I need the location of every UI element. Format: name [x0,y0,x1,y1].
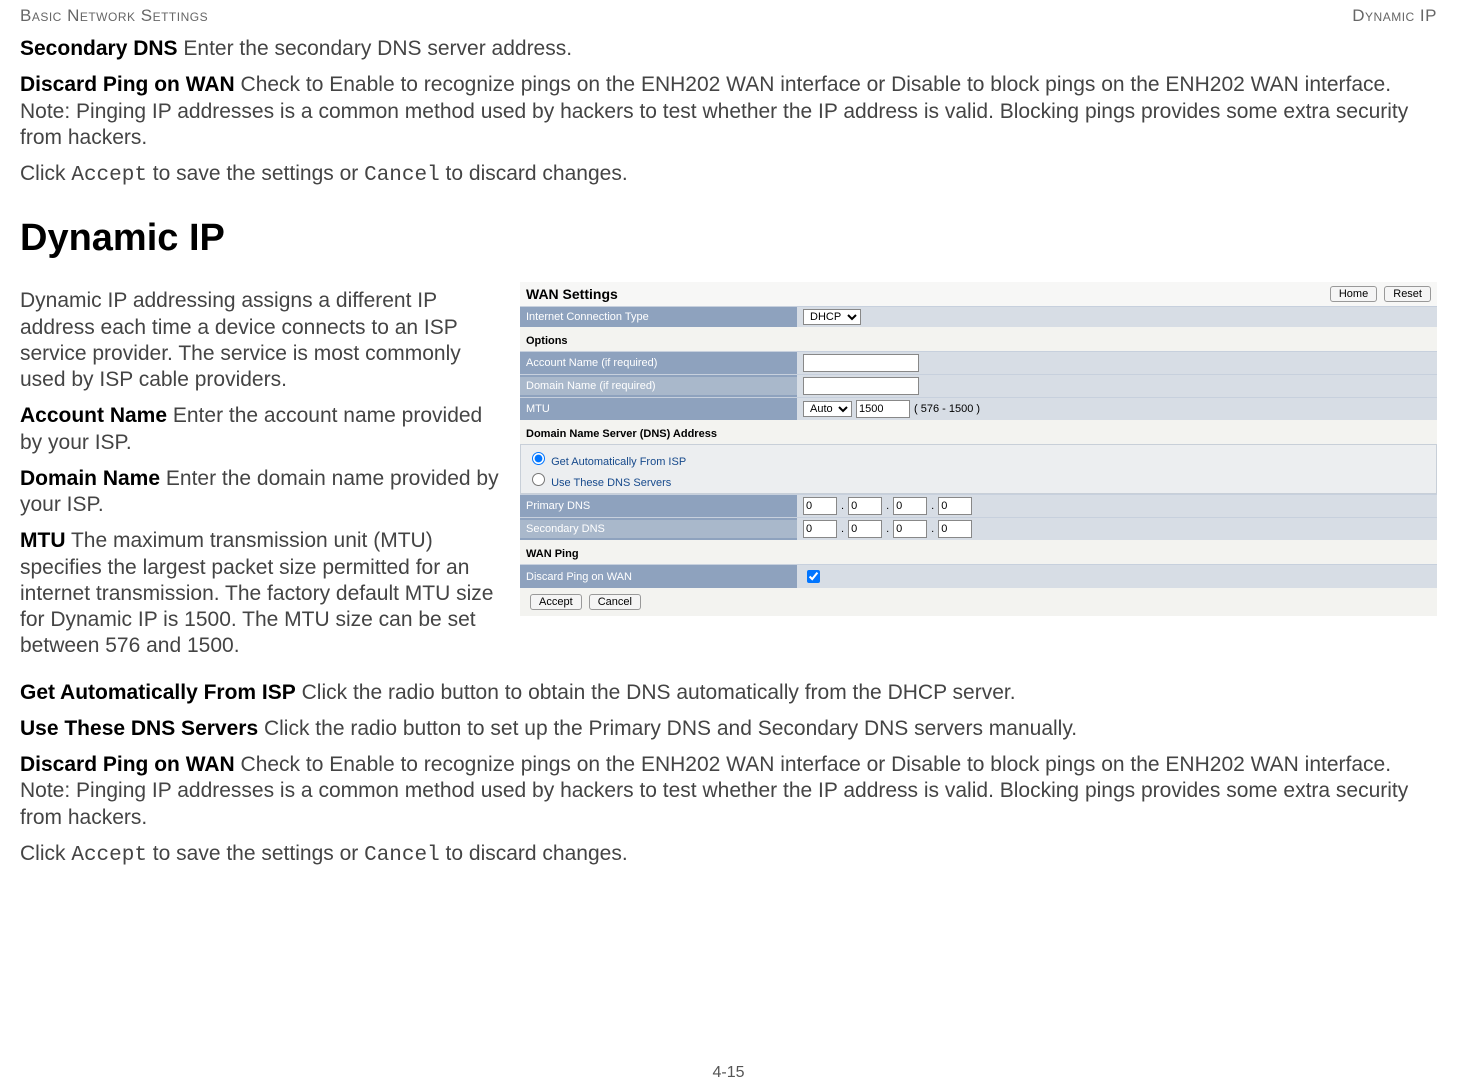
conn-type-select[interactable]: DHCP [803,309,861,325]
dns-section-label: Domain Name Server (DNS) Address [520,420,1437,444]
pdns-4[interactable] [938,497,972,515]
options-label: Options [520,327,1437,351]
click-prefix-top: Click [20,162,71,185]
header-left: Basic Network Settings [20,6,208,26]
sdns-1[interactable] [803,520,837,538]
term-discard-bottom: Discard Ping on WAN [20,753,235,776]
sdns-2[interactable] [848,520,882,538]
label-mtu: MTU [520,400,797,418]
term-use: Use These DNS Servers [20,717,258,740]
mtu-range: ( 576 - 1500 ) [914,403,980,415]
domain-input[interactable] [803,377,919,395]
home-button[interactable]: Home [1330,286,1377,302]
term-mtu: MTU [20,529,66,552]
pdns-2[interactable] [848,497,882,515]
wan-settings-screenshot: WAN Settings Home Reset Internet Connect… [520,282,1437,616]
label-secondary-dns: Secondary DNS [520,520,797,538]
pdns-3[interactable] [893,497,927,515]
ui-title: WAN Settings [526,286,618,302]
text-secondary-dns: Enter the secondary DNS server address. [178,37,573,60]
page-number: 4-15 [0,1064,1457,1082]
section-title: Dynamic IP [20,217,1437,260]
intro-text: Dynamic IP addressing assigns a differen… [20,288,500,393]
reset-button[interactable]: Reset [1384,286,1431,302]
dns-auto-radio[interactable] [532,452,545,465]
term-auto: Get Automatically From ISP [20,681,296,704]
label-primary-dns: Primary DNS [520,497,797,515]
mono-cancel-top: Cancel [364,164,440,187]
click-end-bottom: to discard changes. [440,842,628,865]
wan-ping-label: WAN Ping [520,540,1437,564]
click-mid-bottom: to save the settings or [147,842,364,865]
click-prefix-bottom: Click [20,842,71,865]
mono-cancel-bottom: Cancel [364,844,440,867]
text-mtu: The maximum transmission unit (MTU) spec… [20,529,493,657]
click-mid-top: to save the settings or [147,162,364,185]
para-discard-ping-top: Discard Ping on WAN Check to Enable to r… [20,72,1437,151]
para-mtu: MTU The maximum transmission unit (MTU) … [20,528,500,659]
dns-auto-row[interactable]: Get Automatically From ISP [527,448,1430,469]
dns-manual-row[interactable]: Use These DNS Servers [527,469,1430,490]
term-domain: Domain Name [20,467,160,490]
pdns-1[interactable] [803,497,837,515]
para-click-accept-bottom: Click Accept to save the settings or Can… [20,841,1437,869]
mono-accept-bottom: Accept [71,844,147,867]
dns-manual-label: Use These DNS Servers [551,477,671,489]
text-use: Click the radio button to set up the Pri… [258,717,1077,740]
term-account: Account Name [20,404,167,427]
click-end-top: to discard changes. [440,162,628,185]
label-account: Account Name (if required) [520,354,797,372]
mtu-mode-select[interactable]: Auto [803,401,852,417]
dns-auto-label: Get Automatically From ISP [551,456,686,468]
accept-button[interactable]: Accept [530,594,582,610]
para-auto-isp: Get Automatically From ISP Click the rad… [20,680,1437,706]
para-domain: Domain Name Enter the domain name provid… [20,466,500,519]
text-auto: Click the radio button to obtain the DNS… [296,681,1016,704]
dns-manual-radio[interactable] [532,473,545,486]
para-discard-bottom: Discard Ping on WAN Check to Enable to r… [20,752,1437,831]
mono-accept-top: Accept [71,164,147,187]
header-right: Dynamic IP [1352,6,1437,26]
account-input[interactable] [803,354,919,372]
para-account: Account Name Enter the account name prov… [20,403,500,456]
para-use-dns: Use These DNS Servers Click the radio bu… [20,716,1437,742]
label-discard-ping: Discard Ping on WAN [520,568,797,586]
para-click-accept-top: Click Accept to save the settings or Can… [20,161,1437,189]
para-secondary-dns: Secondary DNS Enter the secondary DNS se… [20,36,1437,62]
sdns-4[interactable] [938,520,972,538]
discard-ping-checkbox[interactable] [807,570,820,583]
label-domain: Domain Name (if required) [520,377,797,395]
term-discard-top: Discard Ping on WAN [20,73,235,96]
term-secondary-dns: Secondary DNS [20,37,178,60]
mtu-input[interactable] [856,400,910,418]
label-conn-type: Internet Connection Type [520,308,797,326]
cancel-button[interactable]: Cancel [589,594,641,610]
sdns-3[interactable] [893,520,927,538]
